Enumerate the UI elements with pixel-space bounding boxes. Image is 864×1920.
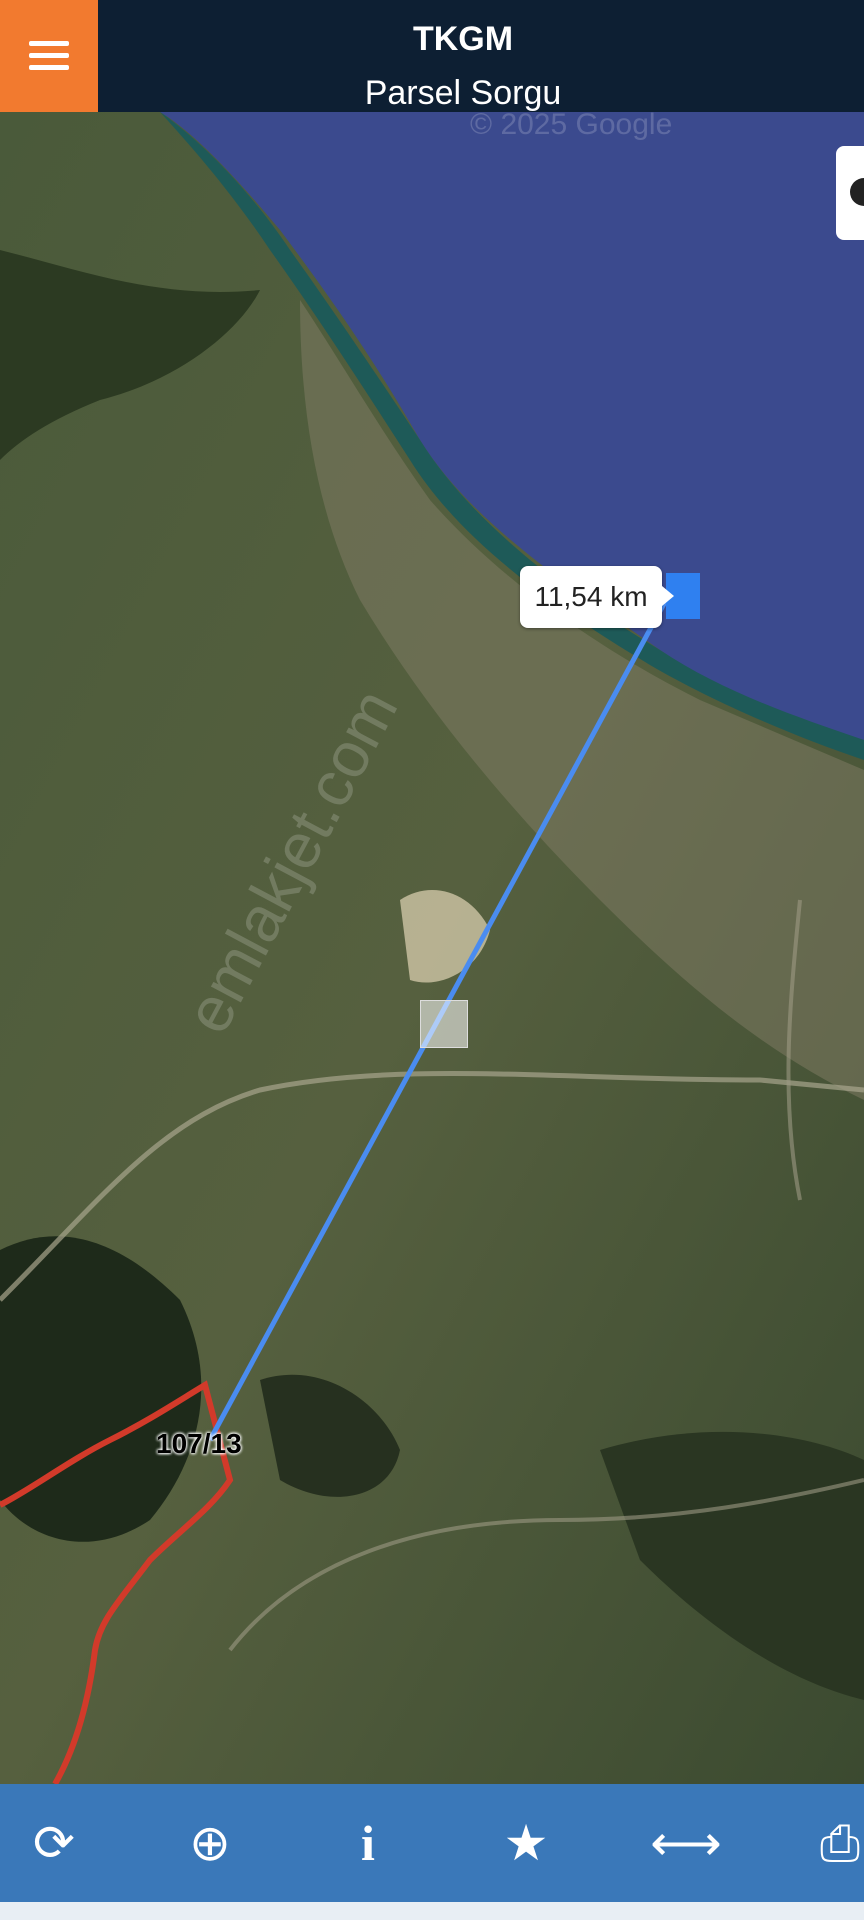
app-subtitle: Parsel Sorgu bbox=[364, 74, 562, 112]
star-icon: ★ bbox=[503, 1815, 549, 1871]
map-copyright: © 2025 Google bbox=[470, 108, 673, 141]
print-icon: ⎙ bbox=[820, 1814, 860, 1871]
midpoint-marker[interactable] bbox=[420, 1000, 468, 1048]
app-title: TKGM bbox=[412, 20, 514, 58]
app-header: TKGM Parsel Sorgu bbox=[0, 0, 864, 112]
refresh-icon: ⟳ bbox=[33, 1815, 75, 1871]
refresh-button[interactable]: ⟳ bbox=[4, 1784, 104, 1902]
measure-icon: ⟷ bbox=[650, 1815, 722, 1871]
gear-icon bbox=[850, 178, 864, 206]
measure-button[interactable]: ⟷ bbox=[636, 1784, 736, 1902]
settings-tab[interactable] bbox=[836, 146, 864, 240]
bottom-toolbar: ⟳ ⊕ i ★ ⟷ ⎙ bbox=[0, 1784, 864, 1902]
info-icon: i bbox=[361, 1815, 375, 1871]
map-canvas bbox=[0, 112, 864, 1784]
title-block: TKGM Parsel Sorgu bbox=[98, 0, 828, 112]
print-button[interactable]: ⎙ bbox=[790, 1784, 864, 1902]
satellite-map[interactable] bbox=[0, 112, 864, 1784]
parcel-label: 107/13 bbox=[156, 1428, 242, 1459]
locate-button[interactable]: ⊕ bbox=[160, 1784, 260, 1902]
distance-label: 11,54 km bbox=[520, 566, 674, 628]
favorite-button[interactable]: ★ bbox=[476, 1784, 576, 1902]
menu-button[interactable] bbox=[0, 0, 98, 112]
menu-icon bbox=[29, 41, 69, 71]
locate-icon: ⊕ bbox=[189, 1815, 231, 1871]
info-button[interactable]: i bbox=[318, 1784, 418, 1902]
bottom-strip bbox=[0, 1902, 864, 1920]
